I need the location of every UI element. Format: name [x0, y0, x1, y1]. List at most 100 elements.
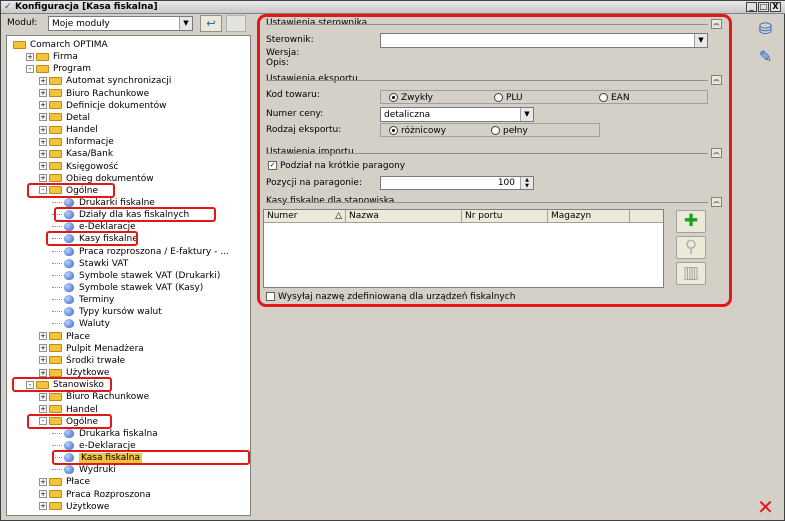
tree-item[interactable]: Typy kursów walut — [52, 306, 162, 318]
tree-item[interactable]: + Praca Rozproszona — [39, 489, 151, 501]
tools-button[interactable]: ✎ — [749, 44, 782, 69]
tree-connector — [52, 311, 62, 313]
tree-item-label: Stawki VAT — [79, 258, 129, 269]
tree-item[interactable]: + Automat synchronizacji — [39, 75, 171, 87]
folder-icon — [49, 332, 62, 341]
module-label: Moduł: — [7, 18, 38, 28]
settings-leaf-icon — [64, 319, 74, 329]
folder-icon — [49, 405, 62, 413]
expand-icon[interactable]: + — [39, 101, 47, 110]
tree-item-label: Księgowość — [66, 161, 119, 172]
folder-icon — [49, 477, 62, 486]
folder-icon — [49, 392, 62, 401]
tree-item[interactable]: + Firma — [26, 51, 78, 63]
tree-item[interactable]: Wydruki — [52, 464, 116, 476]
cancel-button[interactable]: ✕ — [749, 495, 782, 520]
tree-item-label: Kasa/Bank — [66, 149, 114, 160]
expand-icon[interactable]: + — [39, 356, 47, 365]
expand-icon[interactable]: + — [39, 149, 47, 158]
tree-item[interactable]: + Płace — [39, 331, 90, 343]
tree-item[interactable]: - Program — [26, 63, 91, 75]
tree-item[interactable]: + Środki trwałe — [39, 355, 125, 367]
maximize-button[interactable]: □ — [758, 2, 769, 12]
close-window-button[interactable]: X — [770, 2, 781, 12]
folder-icon — [49, 344, 62, 353]
tree-item[interactable]: Stawki VAT — [52, 258, 128, 270]
highlight-box — [27, 413, 112, 429]
tree-item[interactable]: + Księgowość — [39, 161, 118, 173]
settings-leaf-icon — [64, 307, 74, 317]
folder-icon — [49, 174, 62, 183]
tree-item[interactable]: Drukarka fiskalna — [52, 428, 158, 440]
tree-item[interactable]: + Handel — [39, 124, 98, 136]
expand-icon[interactable]: + — [39, 137, 47, 146]
tree-item[interactable]: Symbole stawek VAT (Drukarki) — [52, 270, 220, 282]
expand-icon[interactable]: + — [26, 52, 34, 61]
tree-connector — [52, 432, 62, 434]
tree-item[interactable]: + Detal — [39, 112, 90, 124]
back-arrow-button[interactable]: ↩ — [200, 15, 222, 32]
module-row: Moduł: Moje moduły ▼ ↩ — [4, 15, 254, 33]
tree-item-label: Waluty — [79, 319, 110, 330]
folder-icon — [49, 113, 62, 122]
tree-item-label: Drukarka fiskalna — [79, 428, 158, 439]
collapse-icon[interactable]: - — [26, 64, 34, 73]
tree-connector — [52, 444, 62, 446]
expand-icon[interactable]: + — [39, 477, 47, 486]
tree-item-label: Automat synchronizacji — [66, 76, 172, 87]
highlight-box — [54, 207, 216, 223]
expand-icon[interactable]: + — [39, 162, 47, 170]
tree-item[interactable]: + Biuro Rachunkowe — [39, 88, 149, 100]
settings-leaf-icon — [64, 197, 74, 207]
tree-item-label: Informacje — [66, 137, 114, 148]
expand-icon[interactable]: + — [39, 332, 47, 341]
expand-icon[interactable]: + — [39, 368, 47, 377]
tree-connector — [52, 469, 62, 471]
expand-icon[interactable]: + — [39, 392, 47, 401]
expand-icon[interactable]: + — [39, 89, 47, 98]
tree-item[interactable]: Terminy — [52, 294, 114, 306]
chevron-down-icon[interactable]: ▼ — [179, 17, 192, 30]
expand-icon[interactable]: + — [39, 174, 47, 183]
tree-item-label: Płace — [66, 331, 90, 342]
expand-icon[interactable]: + — [39, 502, 47, 511]
tree-item[interactable]: + Kasa/Bank — [39, 148, 113, 160]
highlight-box — [12, 377, 112, 393]
folder-icon — [49, 356, 62, 365]
expand-icon[interactable]: + — [39, 113, 47, 122]
tree-item[interactable]: + Definicje dokumentów — [39, 100, 166, 112]
tree-connector — [52, 299, 62, 301]
folder-icon — [49, 101, 62, 110]
tree-item[interactable]: Symbole stawek VAT (Kasy) — [52, 282, 203, 294]
module-select[interactable]: Moje moduły ▼ — [48, 16, 193, 31]
expand-icon[interactable]: + — [39, 125, 47, 134]
tree-item[interactable]: Waluty — [52, 318, 110, 330]
save-button[interactable]: ⛁ — [749, 16, 782, 41]
settings-leaf-icon — [64, 258, 74, 268]
tree-item-label: Użytkowe — [66, 501, 110, 512]
highlight-box — [46, 231, 138, 247]
settings-leaf-icon — [64, 246, 74, 256]
expand-icon[interactable]: + — [39, 405, 47, 413]
window-title: Konfiguracja [Kasa fiskalna] — [15, 2, 158, 12]
tree-item[interactable]: + Płace — [39, 476, 90, 488]
expand-icon[interactable]: + — [39, 344, 47, 353]
settings-leaf-icon — [64, 465, 74, 475]
folder-icon — [36, 64, 49, 73]
tree-connector — [52, 262, 62, 264]
folder-icon — [49, 89, 62, 98]
settings-leaf-icon — [64, 222, 74, 232]
tree-item[interactable]: + Biuro Rachunkowe — [39, 391, 149, 403]
tree-connector — [52, 250, 62, 252]
blank-button[interactable] — [226, 15, 246, 32]
tree-item[interactable]: Comarch OPTIMA — [13, 39, 108, 51]
expand-icon[interactable]: + — [39, 490, 47, 499]
highlight-box — [27, 182, 115, 198]
tree-item[interactable]: + Użytkowe — [39, 501, 109, 513]
minimize-button[interactable]: _ — [746, 2, 757, 12]
tree-item[interactable]: + Pulpit Menadżera — [39, 343, 144, 355]
tree-item[interactable]: + Informacje — [39, 136, 114, 148]
tree-item[interactable]: Praca rozproszona / E-faktury - ... — [52, 246, 229, 258]
settings-tree[interactable]: Comarch OPTIMA + Firma - Program + Automat syn… — [6, 35, 251, 516]
expand-icon[interactable]: + — [39, 76, 47, 85]
